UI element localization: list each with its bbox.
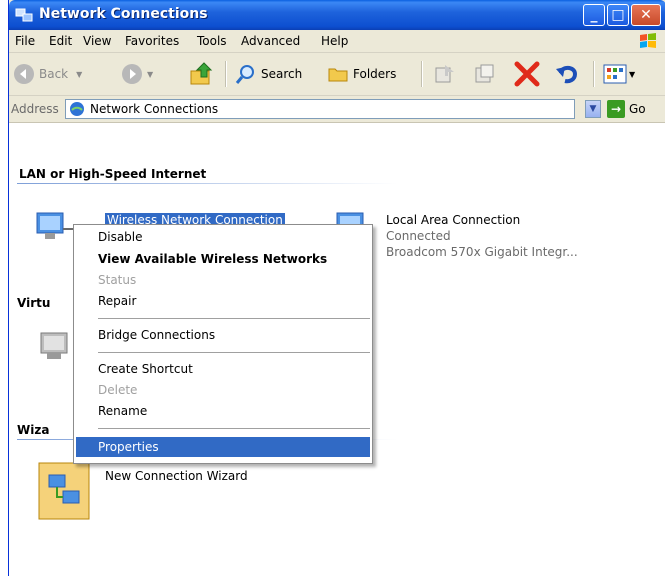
- local-area-connection-status: Connected: [386, 229, 451, 243]
- search-button[interactable]: Search: [235, 61, 302, 87]
- minimize-button[interactable]: _: [583, 4, 605, 26]
- toolbar-separator: [225, 61, 227, 87]
- menu-disable[interactable]: Disable: [76, 227, 370, 247]
- search-icon: [235, 65, 254, 84]
- menu-view-available-wireless-networks[interactable]: View Available Wireless Networks: [76, 249, 370, 269]
- network-globe-icon: [70, 102, 84, 116]
- back-button[interactable]: Back ▼: [13, 61, 82, 87]
- menu-rename[interactable]: Rename: [76, 401, 370, 421]
- menu-properties[interactable]: Properties: [76, 437, 370, 457]
- back-label: Back: [39, 67, 69, 81]
- network-connections-icon: [15, 8, 33, 22]
- views-icon: [603, 64, 627, 84]
- toolbar: Back ▼ ▼ Search Folders ▼: [9, 53, 665, 96]
- menu-repair[interactable]: Repair: [76, 291, 370, 311]
- go-arrow-icon: →: [607, 100, 625, 118]
- windows-logo-icon: [640, 33, 656, 48]
- address-input[interactable]: Network Connections: [65, 99, 575, 119]
- menu-bridge-connections[interactable]: Bridge Connections: [76, 325, 370, 345]
- menu-bar: File Edit View Favorites Tools Advanced …: [9, 30, 665, 53]
- undo-icon: [556, 65, 578, 84]
- delete-button[interactable]: [513, 61, 541, 87]
- minimize-icon: _: [590, 7, 598, 23]
- forward-arrow-icon: [122, 64, 142, 84]
- address-dropdown-icon[interactable]: ▼: [585, 100, 601, 118]
- explorer-window: Network Connections _ □ ✕ File Edit View…: [8, 0, 665, 576]
- up-folder-button[interactable]: [189, 61, 215, 87]
- address-value: Network Connections: [90, 102, 219, 116]
- menu-separator: [98, 318, 370, 319]
- folders-label: Folders: [353, 67, 397, 81]
- delete-x-icon: [514, 61, 540, 87]
- maximize-icon: □: [611, 7, 625, 23]
- views-button[interactable]: ▼: [603, 61, 635, 87]
- context-menu: Disable View Available Wireless Networks…: [73, 224, 373, 464]
- toolbar-separator: [593, 61, 595, 87]
- menu-separator: [98, 428, 370, 429]
- new-connection-wizard-name[interactable]: New Connection Wizard: [105, 469, 248, 483]
- address-label: Address: [11, 102, 59, 116]
- title-bar[interactable]: Network Connections _ □ ✕: [9, 0, 665, 30]
- back-dropdown-icon[interactable]: ▼: [76, 70, 82, 79]
- menu-tools[interactable]: Tools: [197, 34, 227, 48]
- window-title: Network Connections: [39, 6, 208, 22]
- toolbar-separator: [421, 61, 423, 87]
- menu-help[interactable]: Help: [321, 34, 348, 48]
- undo-button[interactable]: [555, 61, 581, 87]
- group-divider: [17, 183, 397, 184]
- close-button[interactable]: ✕: [631, 4, 661, 26]
- local-area-connection-device: Broadcom 570x Gigabit Integr...: [386, 245, 578, 259]
- menu-delete: Delete: [98, 383, 138, 397]
- group-wizard-header: Wiza: [17, 423, 50, 437]
- copy-to-icon: [475, 64, 494, 83]
- go-label: Go: [629, 102, 646, 116]
- menu-view[interactable]: View: [83, 34, 111, 48]
- views-dropdown-icon[interactable]: ▼: [629, 70, 635, 79]
- move-to-button[interactable]: [433, 61, 457, 87]
- group-lan-header: LAN or High-Speed Internet: [19, 167, 207, 181]
- local-area-connection-name[interactable]: Local Area Connection: [386, 213, 520, 227]
- menu-separator: [98, 352, 370, 353]
- search-label: Search: [261, 67, 303, 81]
- up-folder-icon: [190, 62, 213, 85]
- back-arrow-icon: [14, 64, 34, 84]
- close-icon: ✕: [640, 7, 652, 23]
- menu-create-shortcut[interactable]: Create Shortcut: [76, 359, 370, 379]
- menu-favorites[interactable]: Favorites: [125, 34, 179, 48]
- menu-file[interactable]: File: [15, 34, 35, 48]
- address-bar: Address Network Connections ▼ → Go: [9, 96, 665, 123]
- menu-edit[interactable]: Edit: [49, 34, 72, 48]
- folders-icon: [328, 68, 348, 82]
- go-button[interactable]: → Go: [607, 99, 646, 119]
- move-to-icon: [435, 65, 454, 83]
- group-virtual-header: Virtu: [17, 296, 51, 310]
- maximize-button[interactable]: □: [607, 4, 629, 26]
- forward-button[interactable]: ▼: [121, 61, 153, 87]
- menu-advanced[interactable]: Advanced: [241, 34, 300, 48]
- copy-to-button[interactable]: [473, 61, 497, 87]
- new-connection-wizard-icon[interactable]: [37, 461, 93, 521]
- forward-dropdown-icon[interactable]: ▼: [147, 70, 153, 79]
- folders-button[interactable]: Folders: [327, 61, 396, 87]
- menu-status: Status: [98, 273, 137, 287]
